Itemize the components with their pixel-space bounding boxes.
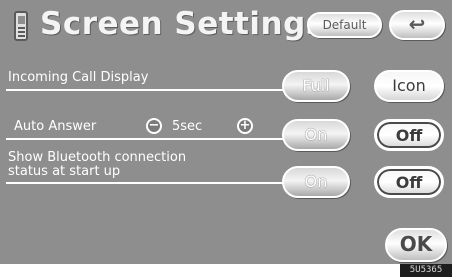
incoming-call-icon-button[interactable]: Icon	[374, 70, 444, 102]
bluetooth-status-on-label: On	[304, 172, 328, 191]
bluetooth-status-on-button[interactable]: On	[282, 166, 350, 198]
auto-answer-increase-button[interactable]: +	[237, 118, 253, 134]
ok-button[interactable]: OK	[385, 228, 447, 262]
row-divider	[6, 182, 284, 184]
row-divider	[6, 138, 284, 140]
bluetooth-status-label-line2: status at start up	[8, 164, 121, 179]
incoming-call-full-button[interactable]: Full	[282, 70, 350, 102]
back-button[interactable]: ↩	[389, 10, 445, 40]
auto-answer-off-button[interactable]: Off	[374, 119, 444, 151]
row-divider	[6, 89, 284, 91]
auto-answer-off-label: Off	[395, 126, 423, 145]
bluetooth-status-off-label: Off	[395, 173, 423, 192]
auto-answer-label: Auto Answer	[14, 119, 97, 134]
auto-answer-seconds-value: 5sec	[172, 119, 203, 134]
incoming-call-full-label: Full	[302, 76, 330, 95]
auto-answer-on-button[interactable]: On	[282, 119, 350, 151]
bluetooth-status-label-line1: Show Bluetooth connection	[8, 150, 187, 165]
page-title: Screen Settings	[40, 6, 325, 42]
incoming-call-icon-label: Icon	[392, 76, 426, 95]
screen-settings-panel: Screen Settings Default ↩ Incoming Call …	[0, 0, 452, 277]
auto-answer-on-label: On	[304, 125, 328, 144]
bottom-margin	[0, 264, 400, 277]
return-arrow-icon: ↩	[408, 12, 426, 36]
phone-icon	[14, 11, 28, 41]
incoming-call-display-label: Incoming Call Display	[8, 70, 149, 85]
image-code-label: 5U5365	[400, 264, 452, 277]
bluetooth-status-off-button[interactable]: Off	[374, 166, 444, 198]
bluetooth-status-label: Show Bluetooth connection status at star…	[8, 151, 186, 179]
auto-answer-decrease-button[interactable]: −	[146, 118, 162, 134]
default-button[interactable]: Default	[307, 12, 382, 38]
